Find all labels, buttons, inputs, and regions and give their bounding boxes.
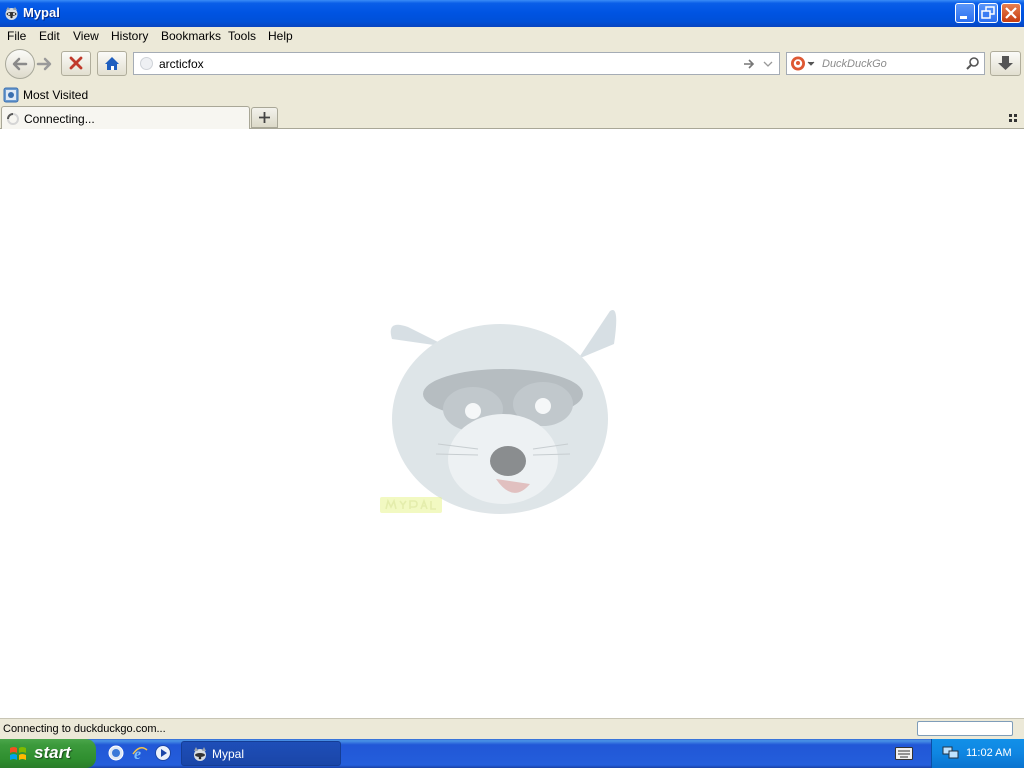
stop-x-icon [69,56,83,70]
raccoon-mascot-image [380,309,617,514]
most-visited-icon [3,87,19,103]
status-bar: Connecting to duckduckgo.com... [0,718,1024,739]
window-title: Mypal [23,5,60,20]
task-label: Mypal [212,747,245,761]
search-engine-selector[interactable] [790,56,818,71]
globe-icon [140,57,153,70]
duckduckgo-icon [791,56,815,71]
download-arrow-icon [998,56,1013,70]
status-text: Connecting to duckduckgo.com... [3,723,166,735]
mypal-logo-text [380,497,442,513]
plus-icon [259,112,270,123]
mypal-task-icon [194,747,206,761]
search-icon[interactable] [965,56,981,72]
url-input[interactable] [159,56,719,71]
navigation-toolbar [0,46,1024,84]
home-icon [105,57,119,70]
back-arrow-icon [12,57,28,71]
bookmarks-toolbar: Most Visited [0,84,1024,105]
menu-bookmarks[interactable]: Bookmarks [161,29,221,43]
clock: 11:02 AM [966,747,1012,759]
go-arrow-icon[interactable] [742,57,756,71]
search-input[interactable] [822,56,962,71]
new-tab-button[interactable] [251,107,278,128]
loading-throbber-icon [7,113,19,125]
search-bar[interactable] [786,52,985,75]
minimize-icon [960,16,967,19]
menu-edit[interactable]: Edit [39,29,60,43]
system-tray: 11:02 AM [931,739,1024,768]
close-button[interactable] [1001,3,1021,23]
tab-strip: Connecting... [0,105,1024,130]
stop-button[interactable] [61,51,91,76]
internet-explorer-icon[interactable]: e [131,744,149,762]
menu-file[interactable]: File [7,29,26,43]
restore-button[interactable] [978,3,998,23]
mypal-app-icon [5,7,18,20]
minimize-button[interactable] [955,3,975,23]
tab-active[interactable]: Connecting... [1,106,250,130]
loading-progress-bar [917,721,1013,736]
windows-logo-icon [10,747,26,760]
menu-history[interactable]: History [111,29,148,43]
taskbar: start e Mypal 11:02 AM [0,739,1024,768]
tab-list-icon[interactable] [1008,113,1018,123]
keyboard-icon[interactable] [895,747,913,760]
quicklaunch-browser-icon[interactable] [107,744,125,762]
back-button[interactable] [5,49,35,79]
taskbar-mypal-button[interactable]: Mypal [181,741,341,766]
bookmark-label: Most Visited [23,88,89,102]
menu-bar: File Edit View History Bookmarks Tools H… [0,27,1024,46]
forward-arrow-icon[interactable] [34,54,58,74]
menu-tools[interactable]: Tools [228,29,256,43]
url-bar[interactable] [133,52,780,75]
home-button[interactable] [97,51,127,76]
downloads-button[interactable] [990,51,1021,76]
page-content [0,129,1024,718]
tab-label: Connecting... [24,112,95,126]
start-button[interactable]: start [0,739,96,768]
menu-help[interactable]: Help [268,29,293,43]
network-icon[interactable] [942,745,959,761]
media-player-icon[interactable] [154,744,172,762]
restore-icon [981,6,995,19]
close-icon [1005,7,1017,19]
title-bar: Mypal [0,0,1024,27]
url-dropdown-icon[interactable] [762,57,774,71]
start-label: start [34,743,71,762]
menu-view[interactable]: View [73,29,99,43]
